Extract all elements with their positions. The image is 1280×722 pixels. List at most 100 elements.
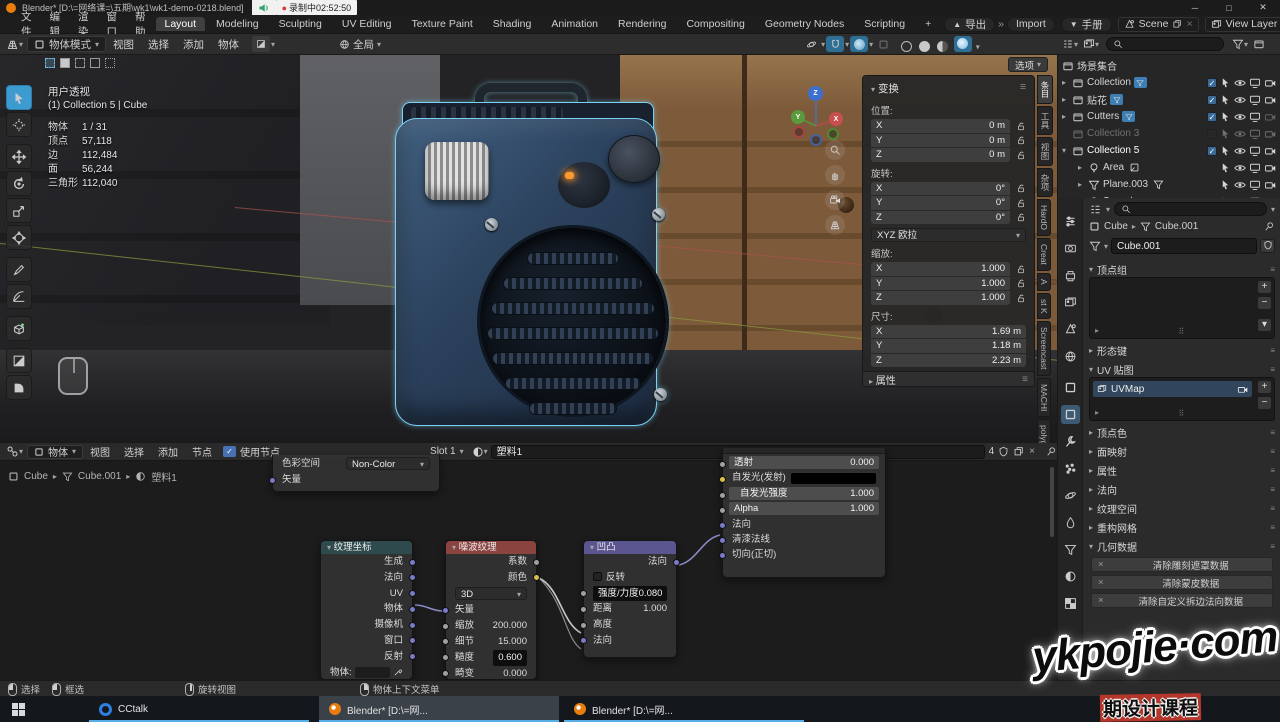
properties-tab-particles[interactable]: [1061, 459, 1080, 478]
import-button[interactable]: Import: [1007, 17, 1055, 32]
rotation-x-field[interactable]: X0°: [871, 182, 1010, 196]
distance-socket[interactable]: [580, 606, 587, 613]
active-render-camera-icon[interactable]: [1237, 384, 1248, 395]
viewport-hide-icon[interactable]: [1249, 162, 1261, 174]
workspace-tab-shading[interactable]: Shading: [484, 17, 541, 31]
data-name-field[interactable]: Cube.001: [1111, 238, 1257, 254]
collection-checkbox[interactable]: ✓: [1207, 95, 1217, 105]
render-hide-icon[interactable]: [1264, 111, 1276, 123]
object-field[interactable]: [355, 667, 390, 678]
eye-icon[interactable]: [1234, 145, 1246, 157]
node-view-menu[interactable]: 视图: [83, 444, 117, 459]
scene-selector[interactable]: Scene ×: [1118, 17, 1199, 32]
shading-material-button[interactable]: [937, 41, 948, 52]
collection-checkbox[interactable]: ✓: [1207, 112, 1217, 122]
viewport-hide-icon[interactable]: [1249, 179, 1261, 191]
generated-socket[interactable]: [409, 559, 416, 566]
npanel-tab-a[interactable]: A: [1037, 273, 1051, 291]
eyedropper-icon[interactable]: [393, 667, 403, 677]
outliner-row-collection[interactable]: ▸Collection ✓: [1058, 74, 1280, 91]
eye-icon[interactable]: [1234, 111, 1246, 123]
gizmo-neg-z[interactable]: [810, 134, 822, 146]
properties-tab-tool[interactable]: [1061, 212, 1080, 231]
navigation-gizmo[interactable]: Z Y X: [785, 82, 847, 146]
workspace-tab-uv-editing[interactable]: UV Editing: [333, 17, 401, 31]
selectable-icon[interactable]: [1220, 111, 1231, 122]
properties-tab-view-layer[interactable]: [1061, 293, 1080, 312]
start-button[interactable]: [12, 703, 25, 716]
vertex-colors-panel-header[interactable]: ▸顶点色≡: [1089, 424, 1275, 440]
lock-icon[interactable]: [1016, 121, 1026, 131]
rotation-y-field[interactable]: Y0°: [871, 196, 1010, 210]
breadcrumb-data[interactable]: Cube.001: [1155, 221, 1198, 232]
reflection-socket[interactable]: [409, 653, 416, 660]
viewport-hide-icon[interactable]: [1249, 128, 1261, 140]
detail-socket[interactable]: [442, 638, 449, 645]
speaker-overlay[interactable]: [252, 0, 276, 15]
emission-strength-socket[interactable]: [719, 492, 726, 499]
selectable-icon[interactable]: [1220, 77, 1231, 88]
properties-tab-scene[interactable]: [1061, 320, 1080, 339]
tool-rotate[interactable]: [6, 171, 32, 196]
normal-socket[interactable]: [719, 522, 726, 529]
properties-tab-data[interactable]: [1061, 540, 1080, 559]
shading-rendered-button[interactable]: [954, 36, 972, 52]
object-socket[interactable]: [409, 606, 416, 613]
camera-view-button[interactable]: [825, 190, 845, 210]
lock-icon[interactable]: [1016, 293, 1026, 303]
dim-x-field[interactable]: X1.69 m: [871, 325, 1026, 339]
outliner-search-input[interactable]: [1106, 37, 1224, 51]
remesh-panel-header[interactable]: ▸重构网格≡: [1089, 519, 1275, 535]
lock-icon[interactable]: [1016, 150, 1026, 160]
viewport-hide-icon[interactable]: [1249, 111, 1261, 123]
outliner-row-collection5[interactable]: ▾Collection 5 ✓: [1058, 142, 1280, 159]
shading-wireframe-button[interactable]: [901, 41, 912, 52]
outliner-row-area[interactable]: ▸Area: [1058, 159, 1280, 176]
properties-tab-object[interactable]: [1061, 378, 1080, 397]
scale-x-field[interactable]: X1.000: [871, 262, 1010, 276]
collection-icon[interactable]: [90, 58, 100, 68]
material-icon[interactable]: [472, 446, 484, 458]
clearcoat-normal-socket[interactable]: [719, 537, 726, 544]
vertex-groups-list[interactable]: ▸ ⠿ + − ▾: [1089, 277, 1275, 339]
render-hide-icon[interactable]: [1264, 94, 1276, 106]
gizmo-neg-y[interactable]: [827, 128, 839, 140]
render-hide-icon[interactable]: [1264, 128, 1276, 140]
add-vertex-group-button[interactable]: +: [1257, 280, 1272, 294]
node-select-menu[interactable]: 选择: [117, 444, 151, 459]
face-maps-panel-header[interactable]: ▸面映射≡: [1089, 443, 1275, 459]
rotation-mode-dropdown[interactable]: XYZ 欧拉▾: [871, 228, 1026, 242]
scale-socket[interactable]: [442, 623, 449, 630]
material-users-count[interactable]: 4: [989, 446, 995, 457]
lock-icon[interactable]: [1016, 212, 1026, 222]
tool-cursor[interactable]: [6, 112, 32, 137]
add-workspace-button[interactable]: +: [916, 17, 940, 31]
geometry-data-panel-header[interactable]: ▾几何数据≡: [1089, 538, 1275, 554]
remove-uv-map-button[interactable]: −: [1257, 396, 1272, 410]
lock-icon[interactable]: [1016, 198, 1026, 208]
workspace-tab-layout[interactable]: Layout: [156, 17, 206, 31]
npanel-tab-tool[interactable]: 工具: [1037, 106, 1053, 135]
npanel-tab-stk[interactable]: st K: [1037, 293, 1051, 320]
workspace-tab-geometry-nodes[interactable]: Geometry Nodes: [756, 17, 853, 31]
npanel-tab-misc[interactable]: 杂项: [1037, 168, 1053, 197]
selectable-icon[interactable]: [1220, 145, 1231, 156]
proportional-editing-toggle[interactable]: [850, 36, 868, 52]
pin-icon[interactable]: [1046, 446, 1057, 457]
tool-annotate[interactable]: [6, 257, 32, 282]
new-collection-icon[interactable]: [1253, 38, 1265, 50]
tool-measure[interactable]: [6, 284, 32, 309]
close-button[interactable]: ✕: [1246, 2, 1280, 13]
vector-in-socket[interactable]: [442, 607, 449, 614]
lock-icon[interactable]: [1016, 183, 1026, 193]
shape-keys-panel-header[interactable]: ▸形态键≡: [1089, 342, 1275, 358]
properties-tab-modifiers[interactable]: [1061, 432, 1080, 451]
noise-texture-node[interactable]: ▾ 噪波纹理 系数 颜色 3D▾ 矢量 缩放200.000 细节15.000 糙…: [445, 540, 537, 680]
viewport-hide-icon[interactable]: [1249, 145, 1261, 157]
collection-checkbox[interactable]: [1207, 129, 1217, 139]
window-socket[interactable]: [409, 637, 416, 644]
clear-skin-data-button[interactable]: ×清除蒙皮数据: [1091, 575, 1273, 590]
object-menu[interactable]: 物体: [211, 37, 246, 52]
transform-panel-header[interactable]: ▾ 变换: [871, 81, 899, 96]
properties-tab-constraints[interactable]: [1061, 513, 1080, 532]
